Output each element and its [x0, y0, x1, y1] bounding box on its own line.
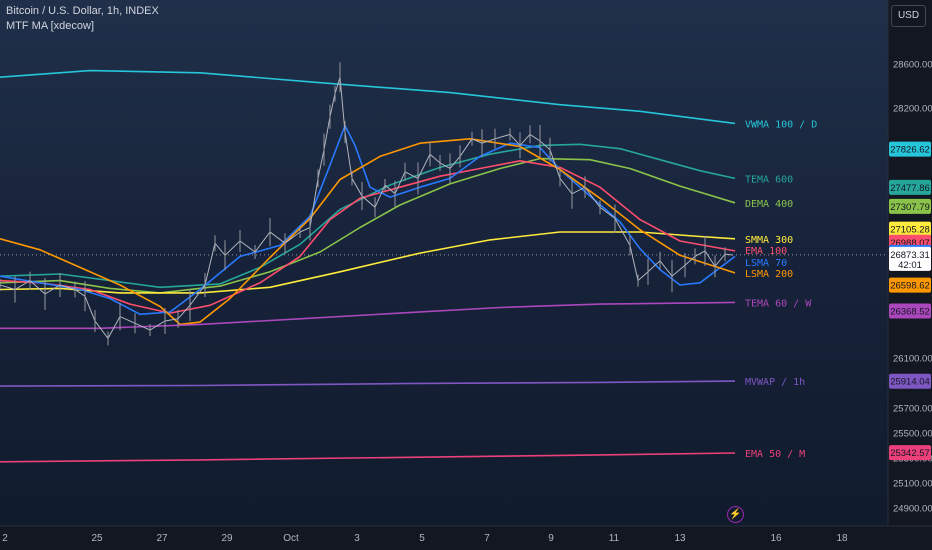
label-lsma-200: LSMA 200	[745, 269, 793, 280]
x-tick-label: Oct	[283, 533, 299, 544]
indicator-name: MTF MA [xdecow]	[6, 20, 95, 32]
moving-average-lines	[0, 69, 736, 463]
label-dema-400: DEMA 400	[745, 199, 793, 210]
lightning-icon[interactable]: ⚡	[727, 506, 744, 523]
indicator-labels: VWMA 100 / DTEMA 600DEMA 400SMMA 300EMA …	[745, 119, 817, 460]
y-tick-label: 25700.00	[893, 404, 932, 415]
line-ema-50-m	[0, 452, 736, 463]
x-tick-label: 2	[2, 533, 8, 544]
x-tick-label: 18	[836, 533, 848, 544]
label-lsma-70: LSMA 70	[745, 258, 787, 269]
y-tick-label: 24900.00	[893, 504, 932, 515]
label-ema-50-m: EMA 50 / M	[745, 449, 805, 460]
x-tick-label: 3	[354, 533, 360, 544]
label-mvwap-1h: MVWAP / 1h	[745, 377, 805, 388]
y-tick-label: 25500.00	[893, 429, 932, 440]
symbol-title: Bitcoin / U.S. Dollar, 1h, INDEX	[6, 5, 159, 17]
y-tick-label: 28600.00	[893, 60, 932, 71]
line-vwma-100-d	[0, 69, 736, 125]
x-tick-label: 9	[548, 533, 554, 544]
badge-value-vwma-100-d: 27826.62	[890, 145, 930, 156]
badge-value-dema-400: 27307.79	[890, 202, 930, 213]
label-vwma-100-d: VWMA 100 / D	[745, 119, 817, 130]
chart-area[interactable]: VWMA 100 / D TEMA 600 DEMA 400 SMMA 300 EMA …	[0, 0, 932, 550]
line-lsma-70	[0, 124, 736, 316]
badge-value-tema-600: 27477.86	[890, 183, 930, 194]
x-tick-label: 25	[91, 533, 103, 544]
y-tick-label: 28200.00	[893, 104, 932, 115]
countdown-value: 42:01	[898, 260, 922, 271]
badge-value-ema-50-m: 25342.57	[890, 448, 930, 459]
currency-button[interactable]: USD	[891, 5, 926, 27]
y-tick-label: 26100.00	[893, 354, 932, 365]
y-tick-label: 25100.00	[893, 479, 932, 490]
line-mvwap-1h	[0, 380, 736, 387]
label-tema-600: TEMA 600	[745, 174, 793, 185]
time-axis-bg	[0, 526, 932, 550]
label-ema-100: EMA 100	[745, 246, 787, 257]
x-tick-label: 16	[770, 533, 782, 544]
x-tick-label: 7	[484, 533, 490, 544]
x-tick-label: 13	[674, 533, 686, 544]
badge-value-lsma-200: 26598.62	[890, 281, 930, 292]
x-tick-label: 5	[419, 533, 425, 544]
price-chart[interactable]: VWMA 100 / DTEMA 600DEMA 400SMMA 300EMA …	[0, 0, 932, 550]
label-smma-300: SMMA 300	[745, 235, 793, 246]
line-tema-60-w	[0, 301, 736, 330]
badge-value-mvwap-1h: 25914.04	[890, 377, 930, 388]
price-series	[0, 62, 734, 346]
badge-value-smma-300: 27105.28	[890, 225, 930, 236]
x-tick-label: 29	[221, 533, 233, 544]
badge-value-tema-60-w: 26368.52	[890, 307, 930, 318]
x-tick-label: 27	[156, 533, 168, 544]
label-tema-60-w: TEMA 60 / W	[745, 298, 812, 309]
x-tick-label: 11	[609, 533, 620, 544]
line-smma-300	[0, 231, 736, 294]
